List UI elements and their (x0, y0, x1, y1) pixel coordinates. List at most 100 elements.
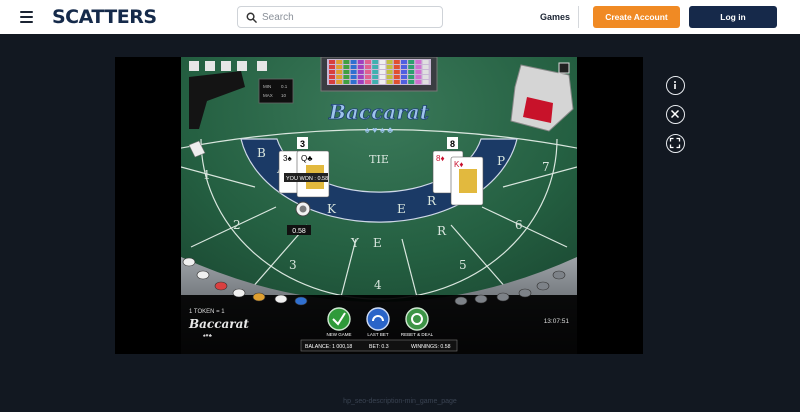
tray-chip (379, 80, 386, 84)
tray-chip (365, 60, 371, 64)
tray-chip (408, 60, 415, 64)
tray-chip (379, 70, 386, 74)
balance-display: BALANCE: 1 000,18 (305, 344, 352, 350)
tray-chip (343, 75, 350, 79)
tray-chip (386, 65, 393, 69)
svg-text:0.58: 0.58 (292, 228, 306, 235)
tray-chip (357, 65, 364, 69)
tray-chip (401, 60, 407, 64)
rail-chip-slot (182, 257, 196, 267)
tray-chip (386, 75, 393, 79)
rail-chip-slot (294, 296, 308, 306)
baccarat-table[interactable]: 1 2 3 4 5 6 7 TIE B A N K E R Y E (181, 57, 577, 354)
create-account-button[interactable]: Create Account (593, 6, 680, 28)
last-bet-button[interactable]: LAST BET (366, 307, 390, 337)
svg-text:YOU WON : 0.58: YOU WON : 0.58 (286, 176, 328, 182)
baccarat-game-canvas[interactable]: 1 2 3 4 5 6 7 TIE B A N K E R Y E (181, 57, 577, 354)
tray-chip (422, 65, 429, 69)
svg-text:LAST BET: LAST BET (367, 332, 388, 337)
tray-chip (401, 70, 407, 74)
seat-number: 7 (542, 160, 550, 174)
svg-text:MIN: MIN (263, 84, 271, 89)
search-icon (246, 12, 257, 23)
tray-chip (357, 80, 364, 84)
tray-chip (401, 80, 407, 84)
win-message: YOU WON : 0.58 (284, 173, 328, 182)
svg-text:B: B (257, 146, 266, 160)
tray-chip (415, 65, 422, 69)
tie-label[interactable]: TIE (369, 153, 389, 166)
svg-text:P: P (497, 154, 505, 168)
tray-chip (365, 65, 371, 69)
tray-chip (343, 65, 350, 69)
bottom-baccarat-logo: Baccarat (188, 317, 249, 331)
tray-chip (393, 60, 400, 64)
fullscreen-mini-icon (558, 62, 570, 74)
tray-chip (408, 70, 415, 74)
seat-number: 3 (289, 258, 297, 272)
bet-display: BET: 0.3 (369, 344, 389, 350)
rail-chip-slot (536, 281, 550, 291)
rail-chip-slot (474, 294, 488, 304)
svg-text:10: 10 (281, 93, 287, 98)
tray-chip (393, 65, 400, 69)
search-box[interactable] (237, 6, 443, 28)
seat-number: 6 (515, 218, 523, 232)
tray-chip (350, 65, 357, 69)
baccarat-logo: Baccarat (328, 100, 430, 124)
tray-chip (372, 65, 379, 69)
tray-chip (379, 65, 386, 69)
new-game-button[interactable]: NEW GAME (326, 307, 352, 337)
svg-text:0.1: 0.1 (281, 84, 288, 89)
fullscreen-button[interactable] (666, 134, 685, 153)
tray-chip (415, 80, 422, 84)
svg-text:Y: Y (350, 236, 360, 250)
tray-chip (336, 80, 343, 84)
scatters-logo[interactable]: SCATTERS (52, 6, 157, 28)
tray-chip (401, 65, 407, 69)
tray-chip (350, 75, 357, 79)
tray-chip (343, 70, 350, 74)
player-score-box: 3 (297, 137, 308, 149)
tray-chip (372, 70, 379, 74)
search-input[interactable] (262, 9, 438, 25)
min-max-display: MIN 0.1 MAX 10 (258, 78, 294, 104)
rail-chip-slot (454, 296, 468, 306)
tray-chip (393, 75, 400, 79)
svg-text:3: 3 (300, 139, 305, 149)
seat-number: 5 (459, 258, 467, 272)
tray-chip (350, 70, 357, 74)
svg-text:8♦: 8♦ (436, 154, 445, 163)
tray-chip (329, 70, 335, 74)
login-button[interactable]: Log in (689, 6, 777, 28)
rail-chip-slot (552, 270, 566, 280)
help-icon (221, 61, 231, 71)
tray-chip (336, 75, 343, 79)
tray-chip (365, 75, 371, 79)
info-icon (674, 81, 676, 89)
tray-chip (415, 60, 422, 64)
svg-text:K♦: K♦ (454, 160, 463, 169)
tray-chip (386, 70, 393, 74)
game-frame: 1 2 3 4 5 6 7 TIE B A N K E R Y E (115, 57, 643, 354)
info-button[interactable] (666, 76, 685, 95)
tray-chip (422, 80, 429, 84)
svg-text:Q♣: Q♣ (301, 154, 313, 163)
fullscreen-icon (669, 137, 681, 149)
tray-chip (422, 70, 429, 74)
rail-chip-slot (274, 294, 288, 304)
tray-chip (408, 75, 415, 79)
close-game-button[interactable] (666, 105, 685, 124)
tray-chip (393, 80, 400, 84)
tray-chip (422, 75, 429, 79)
tray-chip (350, 60, 357, 64)
rail-chip-slot (518, 288, 532, 298)
hamburger-menu-icon[interactable] (20, 11, 33, 23)
tray-chip (343, 80, 350, 84)
tray-chip (422, 60, 429, 64)
seat-number: 2 (233, 218, 241, 232)
token-label: 1 TOKEN = 1 (189, 309, 225, 315)
nav-games-link[interactable]: Games (540, 12, 570, 22)
tray-chip (357, 75, 364, 79)
chip-tray (320, 57, 438, 92)
